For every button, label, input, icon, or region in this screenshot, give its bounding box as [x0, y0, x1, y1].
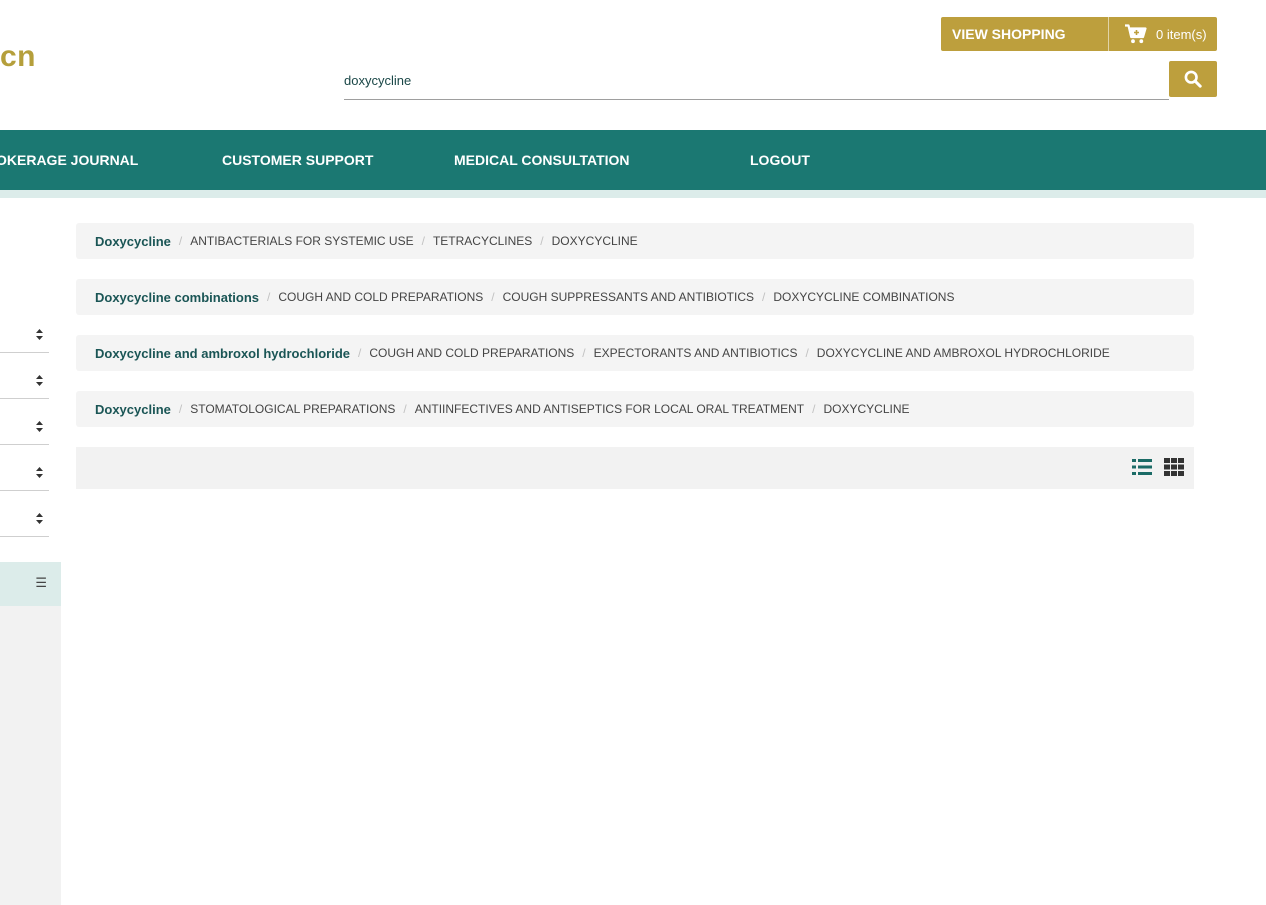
breadcrumb-separator: / — [358, 346, 362, 360]
hamburger-icon: ☰ — [35, 575, 47, 590]
breadcrumb-separator: / — [267, 290, 271, 304]
breadcrumb-segment[interactable]: DOXYCYCLINE — [552, 234, 638, 248]
result-breadcrumb: Doxycycline and ambroxol hydrochloride /… — [76, 335, 1194, 371]
breadcrumb-separator: / — [178, 402, 183, 416]
result-link[interactable]: Doxycycline — [95, 402, 171, 417]
sidebar-filter-select-1[interactable] — [0, 317, 49, 353]
result-breadcrumb: Doxycycline combinations / COUGH AND COL… — [76, 279, 1194, 315]
breadcrumb-separator: / — [540, 234, 544, 248]
nav-customer-support[interactable]: CUSTOMER SUPPORT — [222, 130, 373, 190]
breadcrumb-segment[interactable]: DOXYCYCLINE COMBINATIONS — [773, 290, 954, 304]
breadcrumb-separator: / — [762, 290, 766, 304]
breadcrumb-segment[interactable]: ANTIBACTERIALS FOR SYSTEMIC USE — [190, 234, 413, 248]
breadcrumb-segment[interactable]: COUGH AND COLD PREPARATIONS — [278, 290, 483, 304]
sort-arrows-icon — [36, 513, 43, 524]
breadcrumb-segment[interactable]: TETRACYCLINES — [433, 234, 532, 248]
sidebar-panel — [0, 606, 61, 905]
nav-brokerage-journal[interactable]: OKERAGE JOURNAL — [0, 130, 138, 190]
breadcrumb-segment[interactable]: EXPECTORANTS AND ANTIBIOTICS — [594, 346, 798, 360]
breadcrumb-segment[interactable]: ANTIINFECTIVES AND ANTISEPTICS FOR LOCAL… — [415, 402, 804, 416]
nav-medical-consultation[interactable]: MEDICAL CONSULTATION — [454, 130, 630, 190]
result-breadcrumb: Doxycycline / STOMATOLOGICAL PREPARATION… — [76, 391, 1194, 427]
result-link[interactable]: Doxycycline combinations — [95, 290, 259, 305]
search-button[interactable] — [1169, 61, 1217, 97]
view-toggle-bar — [76, 447, 1194, 489]
sort-arrows-icon — [36, 467, 43, 478]
grid-view-icon[interactable] — [1164, 458, 1184, 476]
breadcrumb-segment[interactable]: DOXYCYCLINE AND AMBROXOL HYDROCHLORIDE — [817, 346, 1110, 360]
cart-count: 0 item(s) — [1109, 24, 1207, 44]
breadcrumb-separator: / — [491, 290, 495, 304]
sort-arrows-icon — [36, 421, 43, 432]
sidebar-filter-select-5[interactable] — [0, 501, 49, 537]
breadcrumb-separator: / — [812, 402, 816, 416]
breadcrumb-segment[interactable]: COUGH SUPPRESSANTS AND ANTIBIOTICS — [503, 290, 754, 304]
nav-underline — [0, 190, 1266, 198]
list-view-icon[interactable] — [1132, 458, 1152, 476]
cart-item-count: 0 item(s) — [1156, 26, 1207, 42]
site-logo[interactable]: cn — [0, 40, 36, 74]
shopping-cart-icon — [1125, 24, 1147, 44]
result-breadcrumb: Doxycycline / ANTIBACTERIALS FOR SYSTEMI… — [76, 223, 1194, 259]
cart-button-label: VIEW SHOPPING CART — [941, 17, 1109, 76]
main-nav: OKERAGE JOURNAL CUSTOMER SUPPORT MEDICAL… — [0, 130, 1266, 190]
sidebar-menu-toggle[interactable]: ☰ — [0, 562, 61, 606]
search-icon — [1184, 70, 1202, 88]
breadcrumb-separator: / — [582, 346, 586, 360]
result-link[interactable]: Doxycycline — [95, 234, 171, 249]
breadcrumb-separator: / — [403, 402, 407, 416]
breadcrumb-separator: / — [178, 234, 183, 248]
sidebar-filter-select-4[interactable] — [0, 455, 49, 491]
sidebar-filter-select-2[interactable] — [0, 363, 49, 399]
nav-logout[interactable]: LOGOUT — [750, 130, 810, 190]
sort-arrows-icon — [36, 329, 43, 340]
view-shopping-cart-button[interactable]: VIEW SHOPPING CART 0 item(s) — [941, 17, 1217, 76]
breadcrumb-separator: / — [805, 346, 809, 360]
sidebar-filter-select-3[interactable] — [0, 409, 49, 445]
breadcrumb-segment[interactable]: COUGH AND COLD PREPARATIONS — [369, 346, 574, 360]
breadcrumb-segment[interactable]: DOXYCYCLINE — [823, 402, 909, 416]
search-input[interactable] — [344, 62, 1169, 100]
breadcrumb-segment[interactable]: STOMATOLOGICAL PREPARATIONS — [190, 402, 395, 416]
sort-arrows-icon — [36, 375, 43, 386]
breadcrumb-separator: / — [421, 234, 425, 248]
result-link[interactable]: Doxycycline and ambroxol hydrochloride — [95, 346, 350, 361]
